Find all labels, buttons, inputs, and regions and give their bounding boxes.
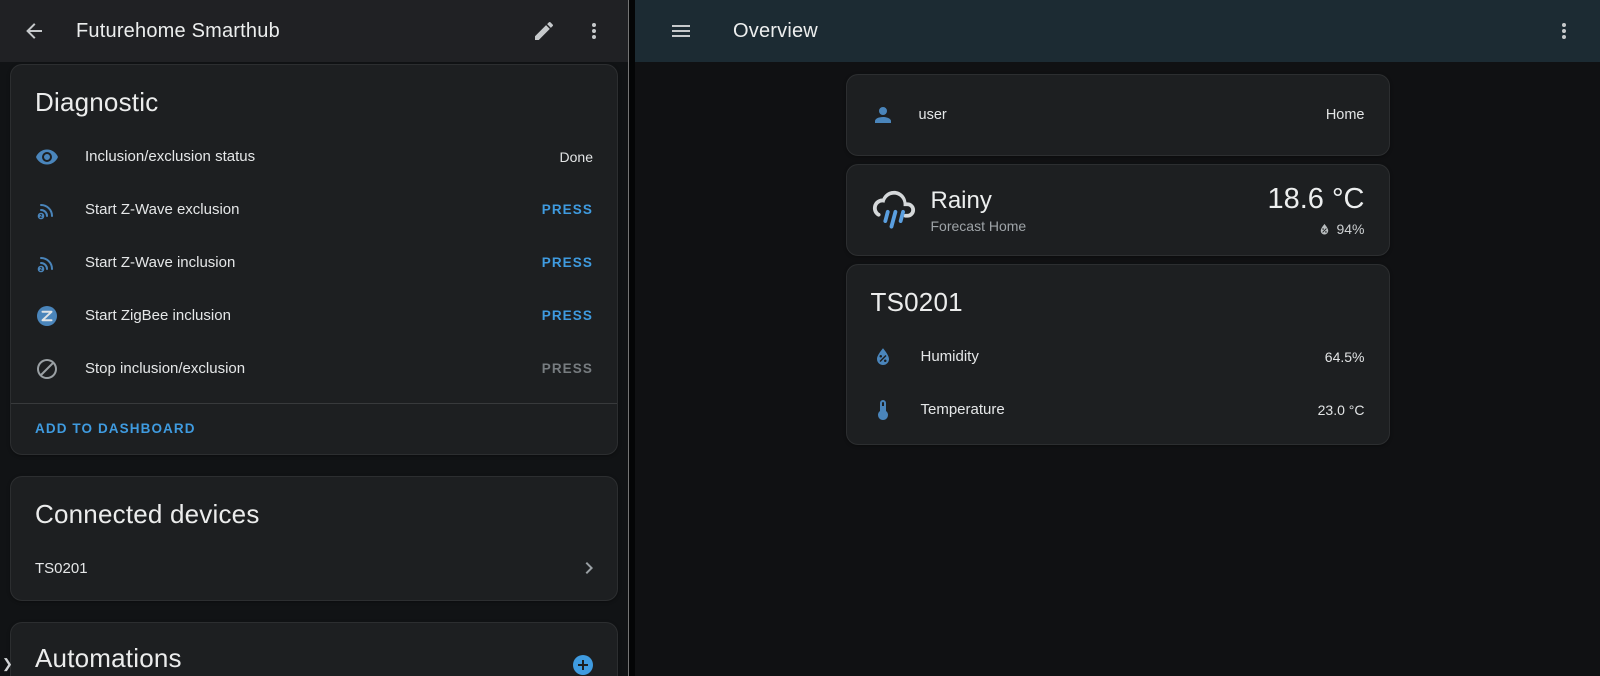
edit-button[interactable]: [522, 9, 566, 53]
weather-pouring-icon: [871, 187, 917, 233]
water-percent-icon: [1317, 222, 1332, 237]
add-automation-button[interactable]: [569, 651, 597, 676]
overview-title: Overview: [733, 20, 1532, 43]
weather-main: Rainy Forecast Home: [931, 187, 1027, 234]
row-zwave-inclusion[interactable]: 2 Start Z-Wave inclusion PRESS: [11, 236, 617, 289]
chevron-right-icon: [577, 556, 601, 580]
panel-divider[interactable]: [628, 0, 635, 676]
automations-header: Automations: [11, 623, 617, 676]
thermometer-icon: [871, 398, 895, 422]
row-label: Temperature: [921, 401, 1292, 418]
diagnostic-card: Diagnostic Inclusion/exclusion status Do…: [10, 64, 618, 455]
screen: Futurehome Smarthub Diagnostic Inclusion…: [0, 0, 1600, 676]
sensor-card-title: TS0201: [847, 265, 1389, 330]
weather-temperature: 18.6 °C: [1267, 183, 1364, 216]
dots-vertical-icon: [1552, 19, 1576, 43]
svg-text:2: 2: [40, 214, 43, 220]
hamburger-icon: [669, 19, 693, 43]
row-value: Done: [560, 149, 593, 165]
row-label: Inclusion/exclusion status: [85, 148, 534, 165]
row-value: 64.5%: [1325, 349, 1365, 365]
left-scroll-area: Diagnostic Inclusion/exclusion status Do…: [0, 62, 628, 676]
row-label: Start Z-Wave inclusion: [85, 254, 516, 271]
user-name: user: [919, 107, 1302, 123]
water-percent-icon: [871, 345, 895, 369]
right-appbar: Overview: [635, 0, 1600, 62]
cancel-icon: [35, 357, 59, 381]
row-label: Stop inclusion/exclusion: [85, 360, 516, 377]
press-button[interactable]: PRESS: [542, 255, 593, 270]
diagnostic-card-title: Diagnostic: [11, 65, 617, 130]
page-title: Futurehome Smarthub: [76, 20, 516, 43]
device-name: TS0201: [35, 560, 577, 577]
dots-vertical-icon: [582, 19, 606, 43]
eye-icon: [35, 145, 59, 169]
device-list-item[interactable]: TS0201: [11, 542, 617, 594]
weather-humidity: 94%: [1336, 221, 1364, 237]
dashboard-content: user Home Rainy Forecast Home 18.6 °C: [635, 62, 1600, 676]
pencil-icon: [532, 19, 556, 43]
user-card[interactable]: user Home: [846, 74, 1390, 156]
right-overflow-menu-button[interactable]: [1542, 9, 1586, 53]
menu-button[interactable]: [659, 9, 703, 53]
z-wave-icon: 2: [35, 198, 59, 222]
row-zwave-exclusion[interactable]: 2 Start Z-Wave exclusion PRESS: [11, 183, 617, 236]
arrow-left-icon: [22, 19, 46, 43]
weather-humidity-row: 94%: [1317, 221, 1364, 237]
device-page-panel: Futurehome Smarthub Diagnostic Inclusion…: [0, 0, 628, 676]
connected-devices-title: Connected devices: [11, 477, 617, 542]
weather-right: 18.6 °C 94%: [1267, 183, 1364, 237]
press-button[interactable]: PRESS: [542, 202, 593, 217]
user-state: Home: [1326, 107, 1365, 123]
automations-card: Automations: [10, 622, 618, 676]
row-temperature[interactable]: Temperature 23.0 °C: [847, 383, 1389, 436]
plus-circle-icon: [571, 653, 595, 676]
back-button[interactable]: [12, 9, 56, 53]
row-label: Humidity: [921, 348, 1299, 365]
row-value: 23.0 °C: [1318, 402, 1365, 418]
overview-panel: Overview user Home Rainy: [635, 0, 1600, 676]
zigbee-icon: [35, 304, 59, 328]
weather-condition: Rainy: [931, 187, 1027, 215]
add-to-dashboard-button[interactable]: ADD TO DASHBOARD: [35, 421, 196, 436]
row-label: Start Z-Wave exclusion: [85, 201, 516, 218]
svg-text:2: 2: [40, 267, 43, 273]
left-overflow-menu-button[interactable]: [572, 9, 616, 53]
weather-subtitle: Forecast Home: [931, 218, 1027, 234]
left-appbar: Futurehome Smarthub: [0, 0, 628, 62]
person-icon: [871, 103, 895, 127]
row-inclusion-status[interactable]: Inclusion/exclusion status Done: [11, 130, 617, 183]
weather-card[interactable]: Rainy Forecast Home 18.6 °C 94%: [846, 164, 1390, 256]
z-wave-icon: 2: [35, 251, 59, 275]
connected-devices-card: Connected devices TS0201: [10, 476, 618, 601]
diagnostic-card-footer: ADD TO DASHBOARD: [11, 403, 617, 454]
press-button[interactable]: PRESS: [542, 308, 593, 323]
press-button-disabled: PRESS: [542, 361, 593, 376]
automations-title: Automations: [35, 643, 182, 674]
row-humidity[interactable]: Humidity 64.5%: [847, 330, 1389, 383]
corner-chevron: ❯: [2, 656, 13, 672]
sensor-card: TS0201 Humidity 64.5% Temperature 23.0 °…: [846, 264, 1390, 445]
row-stop-inclusion[interactable]: Stop inclusion/exclusion PRESS: [11, 342, 617, 395]
row-zigbee-inclusion[interactable]: Start ZigBee inclusion PRESS: [11, 289, 617, 342]
row-label: Start ZigBee inclusion: [85, 307, 516, 324]
